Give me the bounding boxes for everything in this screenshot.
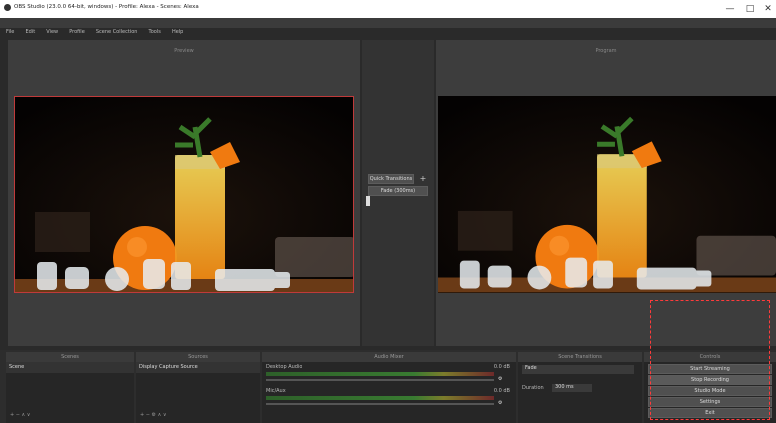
mixer-track-1-gear-icon[interactable]: ⚙ <box>498 376 502 383</box>
maximize-button[interactable]: □ <box>742 3 758 15</box>
highlight-box <box>650 300 770 420</box>
mixer-track-2-name: Mic/Aux <box>266 388 286 394</box>
transitions-title: Scene Transitions <box>518 352 642 362</box>
minimize-button[interactable]: — <box>722 3 738 15</box>
audio-mixer-dock: Audio Mixer Desktop Audio 0.0 dB ⚙ Mic/A… <box>262 352 516 423</box>
scene-item[interactable]: Scene <box>6 362 134 373</box>
menu-scene-collection[interactable]: Scene Collection <box>96 27 138 37</box>
transition-select[interactable]: Fade <box>522 365 634 374</box>
sources-title: Sources <box>136 352 260 362</box>
mixer-title: Audio Mixer <box>262 352 516 362</box>
scenes-title: Scenes <box>6 352 134 362</box>
sources-toolbar[interactable]: + − ⚙ ∧ ∨ <box>140 412 167 419</box>
mixer-track-2-slider[interactable] <box>266 403 494 405</box>
menu-bar: File Edit View Profile Scene Collection … <box>0 18 776 35</box>
mixer-track-1-meter <box>266 372 494 376</box>
scene-transitions-dock: Scene Transitions Fade Duration 300 ms <box>518 352 642 423</box>
window-title: OBS Studio (23.0.0 64-bit, windows) - Pr… <box>14 4 199 10</box>
drink-scene-image <box>15 97 353 292</box>
duration-input[interactable]: 300 ms <box>552 384 592 392</box>
preview-canvas[interactable] <box>14 96 354 293</box>
scenes-toolbar[interactable]: + − ∧ ∨ <box>10 412 30 419</box>
menu-tools[interactable]: Tools <box>149 27 161 37</box>
close-button[interactable]: ✕ <box>760 3 776 15</box>
title-bar: OBS Studio (23.0.0 64-bit, windows) - Pr… <box>0 0 776 18</box>
program-canvas <box>438 96 776 293</box>
program-label: Program <box>595 48 617 54</box>
obs-logo-icon <box>4 4 11 11</box>
menu-edit[interactable]: Edit <box>25 27 35 37</box>
mixer-track-2-meter <box>266 396 494 400</box>
transition-slider-handle[interactable] <box>366 196 370 206</box>
transition-column: Quick Transitions + Fade (300ms) <box>362 40 434 346</box>
mixer-track-1-level: 0.0 dB <box>493 364 510 370</box>
drink-scene-image-program <box>438 96 776 293</box>
quick-transitions-button[interactable]: Quick Transitions <box>368 174 414 184</box>
preview-label: Preview <box>174 48 194 54</box>
mixer-track-2-gear-icon[interactable]: ⚙ <box>498 400 502 407</box>
menu-profile[interactable]: Profile <box>69 27 85 37</box>
menu-help[interactable]: Help <box>172 27 183 37</box>
source-item[interactable]: Display Capture Source <box>136 362 260 373</box>
mixer-track-1-name: Desktop Audio <box>266 364 303 370</box>
menu-file[interactable]: File <box>6 27 14 37</box>
fade-transition-button[interactable]: Fade (300ms) <box>368 186 428 196</box>
sources-dock: Sources Display Capture Source + − ⚙ ∧ ∨ <box>136 352 260 423</box>
mixer-track-1-slider[interactable] <box>266 379 494 381</box>
duration-label: Duration <box>522 385 544 391</box>
add-transition-icon[interactable]: + <box>418 174 428 184</box>
mixer-track-2-level: 0.0 dB <box>493 388 510 394</box>
menu-view[interactable]: View <box>46 27 58 37</box>
scenes-dock: Scenes Scene + − ∧ ∨ <box>6 352 134 423</box>
